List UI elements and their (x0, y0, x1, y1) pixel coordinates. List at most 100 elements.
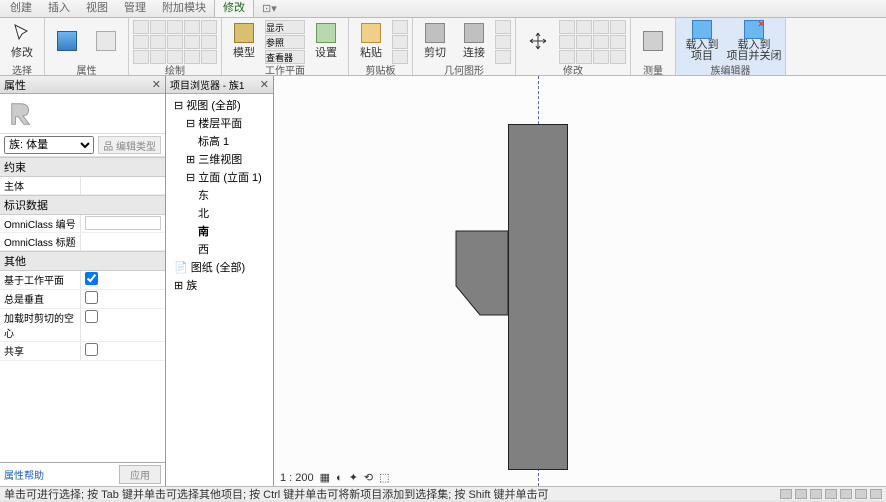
prop-cutvoid: 加载时剪切的空心 (0, 309, 80, 341)
geocut-button[interactable]: 剪切 (417, 20, 453, 62)
draw-tool[interactable] (133, 20, 149, 34)
status-icon[interactable] (855, 489, 867, 499)
ribbon-group-draw: 绘制 (129, 18, 222, 75)
drawing-canvas[interactable]: 1 : 200 ▦ ◐ ✦ ⟲ ⬚ (274, 76, 886, 486)
tree-west[interactable]: 西 (168, 240, 271, 258)
draw-tool[interactable] (201, 20, 217, 34)
draw-tool[interactable] (184, 35, 200, 49)
omninum-input[interactable] (85, 216, 161, 230)
prop-shared: 共享 (0, 342, 80, 360)
measure-button[interactable] (635, 20, 671, 62)
mass-bracket[interactable] (455, 230, 509, 316)
draw-tool[interactable] (150, 20, 166, 34)
geo-tool[interactable] (495, 35, 511, 49)
vertical-checkbox[interactable] (85, 291, 98, 304)
status-icon[interactable] (795, 489, 807, 499)
section-other: 其他 (0, 251, 165, 271)
status-icon[interactable] (780, 489, 792, 499)
ribbon-group-properties: 属性 (45, 18, 129, 75)
properties-help-link[interactable]: 属性帮助 (4, 467, 44, 482)
tab-view[interactable]: 视图 (78, 0, 116, 17)
scale-value[interactable]: 1 : 200 (280, 472, 314, 484)
tab-insert[interactable]: 插入 (40, 0, 78, 17)
prop-workplane: 基于工作平面 (0, 271, 80, 289)
project-browser: 项目浏览器 - 族1 ✕ ⊟ 视图 (全部) ⊟ 楼层平面 标高 1 ⊞ 三维视… (166, 76, 274, 486)
close-icon[interactable]: ✕ (260, 78, 269, 91)
modify-tool[interactable] (559, 20, 575, 34)
modify-tool[interactable] (610, 20, 626, 34)
tree-floorplans[interactable]: ⊟ 楼层平面 (168, 114, 271, 132)
tree-east[interactable]: 东 (168, 186, 271, 204)
tab-manage[interactable]: 管理 (116, 0, 154, 17)
view-tool[interactable]: ✦ (349, 471, 358, 484)
status-icon[interactable] (825, 489, 837, 499)
modify-label: 修改 (11, 44, 33, 60)
draw-tool[interactable] (133, 35, 149, 49)
view-tool[interactable]: ◐ (336, 472, 343, 484)
modify-tool[interactable] (559, 35, 575, 49)
modify-tool[interactable] (593, 20, 609, 34)
view-tool[interactable]: ⟲ (364, 471, 373, 484)
draw-tool[interactable] (201, 35, 217, 49)
ribbon-group-select: 修改 选择 (0, 18, 45, 75)
draw-tool[interactable] (184, 20, 200, 34)
tree-views[interactable]: ⊟ 视图 (全部) (168, 96, 271, 114)
model-button[interactable]: 模型 (226, 20, 262, 62)
ribbon-group-modify: 修改 (516, 18, 631, 75)
draw-tool[interactable] (167, 20, 183, 34)
modify-tool[interactable] (610, 35, 626, 49)
tab-modify[interactable]: 修改 (214, 0, 254, 17)
properties-button[interactable] (49, 20, 85, 62)
shared-checkbox[interactable] (85, 343, 98, 356)
edit-type-button[interactable]: 品 编辑类型 (98, 136, 161, 154)
geojoin-button[interactable]: 连接 (456, 20, 492, 62)
apply-button[interactable]: 应用 (119, 465, 161, 484)
draw-tool[interactable] (167, 35, 183, 49)
tab-extra[interactable]: ⊡▾ (254, 0, 274, 17)
cut-button[interactable] (392, 20, 408, 34)
status-bar: 单击可进行选择; 按 Tab 键并单击可选择其他项目; 按 Ctrl 键并单击可… (0, 486, 886, 500)
workplane-checkbox[interactable] (85, 272, 98, 285)
ribbon-tabbar: 创建 插入 视图 管理 附加模块 修改 ⊡▾ (0, 0, 886, 18)
show-button[interactable]: 显示 (265, 20, 305, 34)
tab-addin[interactable]: 附加模块 (154, 0, 214, 17)
tree-south[interactable]: 南 (168, 222, 271, 240)
close-icon[interactable]: ✕ (152, 78, 161, 91)
view-control-bar: 1 : 200 ▦ ◐ ✦ ⟲ ⬚ (280, 471, 390, 484)
copy-button[interactable] (392, 35, 408, 49)
type-selector[interactable]: 族: 体量 (4, 136, 94, 154)
tree-north[interactable]: 北 (168, 204, 271, 222)
modify-tool[interactable] (576, 20, 592, 34)
paste-button[interactable]: 粘贴 (353, 20, 389, 62)
modify-tool[interactable] (576, 35, 592, 49)
status-icon[interactable] (870, 489, 882, 499)
ribbon: 修改 选择 属性 绘制 模型 显示 参照 查看器 设置 工作平面 (0, 18, 886, 76)
geo-tool[interactable] (495, 20, 511, 34)
tab-create[interactable]: 创建 (2, 0, 40, 17)
draw-tools (133, 20, 217, 64)
tree-sheets[interactable]: 📄 图纸 (全部) (168, 258, 271, 276)
status-icon[interactable] (810, 489, 822, 499)
move-icon (528, 31, 548, 51)
tree-level1[interactable]: 标高 1 (168, 132, 271, 150)
type-props-button[interactable] (88, 20, 124, 62)
ref-button[interactable]: 参照 (265, 35, 305, 49)
mass-column[interactable] (508, 124, 568, 470)
tree-3dviews[interactable]: ⊞ 三维视图 (168, 150, 271, 168)
set-button[interactable]: 设置 (308, 20, 344, 62)
load-project-button[interactable]: 载入到 项目 (680, 20, 724, 62)
section-identity: 标识数据 (0, 195, 165, 215)
cutvoid-checkbox[interactable] (85, 310, 98, 323)
load-close-button[interactable]: ✕载入到 项目并关闭 (727, 20, 781, 62)
view-tool[interactable]: ⬚ (379, 471, 389, 484)
modify-tool[interactable] (593, 35, 609, 49)
move-button[interactable] (520, 20, 556, 62)
modify-button[interactable]: 修改 (4, 20, 40, 62)
ribbon-group-workplane: 模型 显示 参照 查看器 设置 工作平面 (222, 18, 349, 75)
view-tool[interactable]: ▦ (320, 471, 330, 484)
tree-families[interactable]: ⊞ 族 (168, 276, 271, 294)
draw-tool[interactable] (150, 35, 166, 49)
ribbon-group-measure: 测量 (631, 18, 676, 75)
status-icon[interactable] (840, 489, 852, 499)
tree-elevations[interactable]: ⊟ 立面 (立面 1) (168, 168, 271, 186)
